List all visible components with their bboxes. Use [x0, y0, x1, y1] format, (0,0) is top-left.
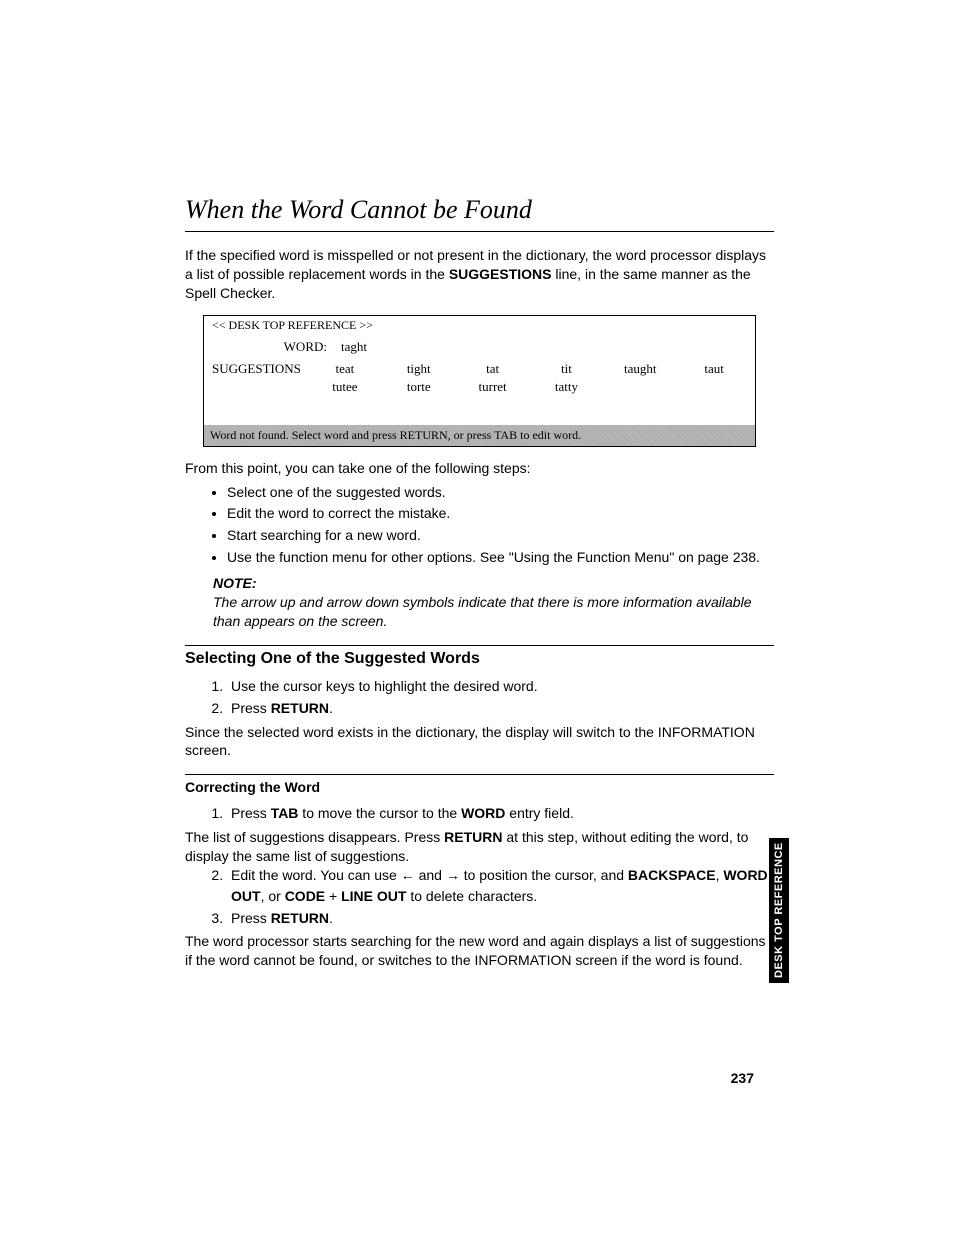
suggestion-item[interactable]: tatty: [534, 379, 600, 395]
suggestion-item[interactable]: tutee: [312, 379, 378, 395]
section1-after: Since the selected word exists in the di…: [185, 723, 774, 761]
key-code: CODE: [285, 888, 325, 904]
t: , or: [261, 888, 285, 904]
section1-steps: Use the cursor keys to highlight the des…: [185, 676, 774, 719]
status-bar: Word not found. Select word and press RE…: [204, 425, 755, 446]
section2-steps: Press TAB to move the cursor to the WORD…: [185, 803, 774, 823]
section-rule: [185, 774, 774, 775]
step-item: Edit the word. You can use ← and → to po…: [227, 865, 774, 906]
note-block: NOTE: The arrow up and arrow down symbol…: [213, 574, 774, 631]
key-return: RETURN: [271, 910, 329, 926]
bullet-item: Select one of the suggested words.: [227, 482, 774, 504]
t: +: [325, 888, 341, 904]
t: to move the cursor to the: [298, 805, 461, 821]
screenshot-title: << DESK TOP REFERENCE >>: [204, 316, 755, 335]
step-item: Press TAB to move the cursor to the WORD…: [227, 803, 774, 823]
after-screenshot-text: From this point, you can take one of the…: [185, 459, 774, 478]
key-backspace: BACKSPACE: [628, 867, 716, 883]
intro-paragraph: If the specified word is misspelled or n…: [185, 246, 774, 303]
suggestion-item[interactable]: taught: [607, 361, 673, 377]
page-number: 237: [731, 1070, 754, 1086]
note-label: NOTE:: [213, 574, 774, 593]
t: Press: [231, 805, 271, 821]
suggestion-item[interactable]: tat: [460, 361, 526, 377]
t: to delete characters.: [406, 888, 537, 904]
key-tab: TAB: [271, 805, 299, 821]
bullet-item: Edit the word to correct the mistake.: [227, 503, 774, 525]
t: .: [329, 910, 333, 926]
word-value: taght: [341, 339, 367, 355]
step-text: .: [329, 700, 333, 716]
t: Press: [231, 910, 271, 926]
t: The list of suggestions disappears. Pres…: [185, 829, 444, 845]
section1-heading: Selecting One of the Suggested Words: [185, 650, 774, 668]
suggestions-grid: teat tight tat tit taught taut tutee tor…: [312, 361, 747, 395]
intro-text-b: SUGGESTIONS: [449, 266, 552, 282]
step-item: Use the cursor keys to highlight the des…: [227, 676, 774, 696]
bullet-item: Use the function menu for other options.…: [227, 547, 774, 569]
suggestion-item[interactable]: tit: [534, 361, 600, 377]
suggestion-item[interactable]: torte: [386, 379, 452, 395]
side-tab: DESK TOP REFERENCE: [769, 838, 789, 983]
word-label: WORD:: [212, 339, 341, 355]
title-rule: [185, 231, 774, 232]
suggestion-item[interactable]: teat: [312, 361, 378, 377]
bullet-item: Start searching for a new word.: [227, 525, 774, 547]
section2-after: The word processor starts searching for …: [185, 932, 774, 970]
step-item: Press RETURN.: [227, 698, 774, 718]
step-text: Press: [231, 700, 271, 716]
section2-heading: Correcting the Word: [185, 779, 774, 795]
reference-screenshot: << DESK TOP REFERENCE >> WORD: taght SUG…: [203, 315, 756, 447]
section2-mid: The list of suggestions disappears. Pres…: [185, 828, 774, 866]
suggestion-item[interactable]: turret: [460, 379, 526, 395]
suggestion-item[interactable]: tight: [386, 361, 452, 377]
key-word: WORD: [461, 805, 505, 821]
key-return: RETURN: [444, 829, 502, 845]
suggestions-label: SUGGESTIONS: [212, 361, 312, 395]
key-return: RETURN: [271, 700, 329, 716]
steps-bullets: Select one of the suggested words. Edit …: [185, 482, 774, 569]
step-item: Press RETURN.: [227, 908, 774, 928]
t: Edit the word. You can use ← and → to po…: [231, 867, 628, 883]
key-lineout: LINE OUT: [341, 888, 406, 904]
note-text: The arrow up and arrow down symbols indi…: [213, 593, 774, 631]
section2-steps-cont: Edit the word. You can use ← and → to po…: [185, 865, 774, 928]
suggestion-item[interactable]: taut: [681, 361, 747, 377]
t: entry field.: [505, 805, 573, 821]
section-rule: [185, 645, 774, 646]
page-title: When the Word Cannot be Found: [185, 195, 774, 225]
